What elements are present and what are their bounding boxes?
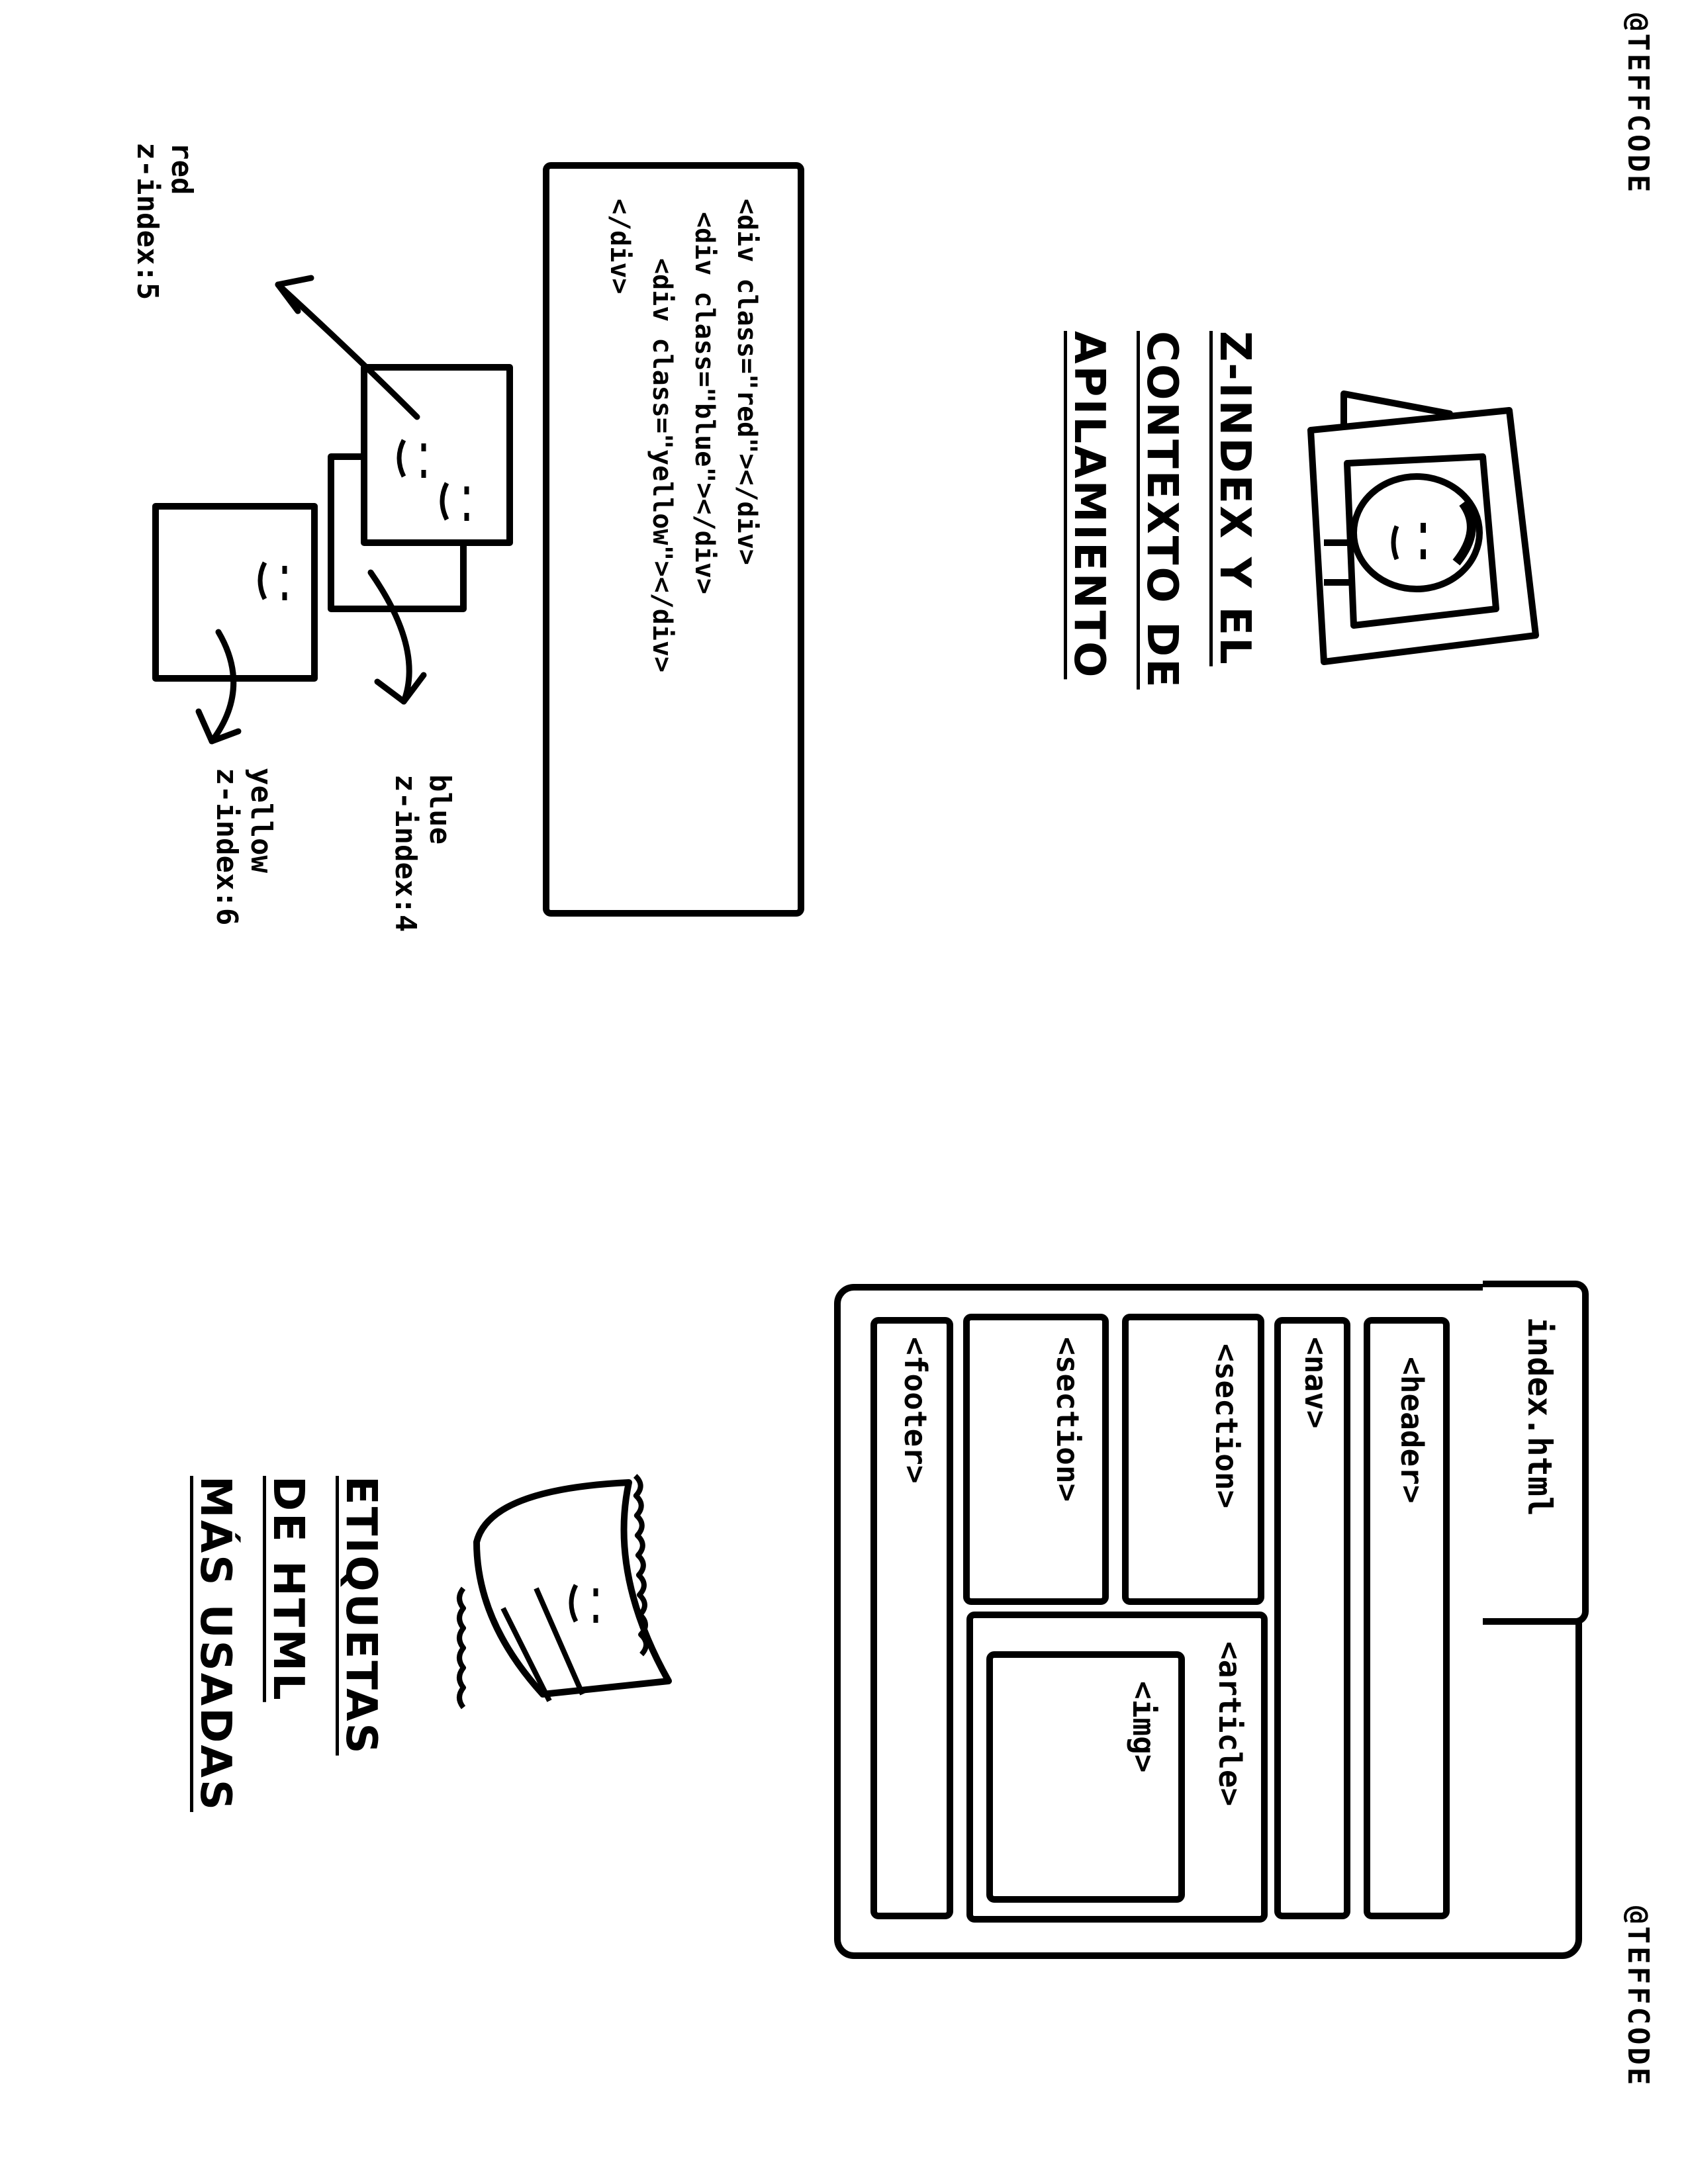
footer-tag: <footer> — [898, 1337, 933, 1484]
nav-tag: <nav> — [1298, 1337, 1334, 1429]
header-tag: <header> — [1394, 1357, 1430, 1504]
credit-top: @TEFFCODE — [1621, 13, 1655, 195]
code-snippet: <div class="red"></div> <div class="blue… — [598, 199, 768, 672]
section-tag-2: <section> — [1050, 1337, 1086, 1502]
img-tag: <img> — [1126, 1681, 1162, 1773]
html-title-line: DE HTML — [263, 1476, 312, 1702]
section-box-2 — [963, 1314, 1109, 1605]
file-name: index.html — [1521, 1317, 1559, 1517]
html-tags-title: ETIQUETAS DE HTML MÁS USADAS — [179, 1476, 397, 1812]
red-label: red z-index:5 — [130, 142, 199, 300]
blue-arrowhead — [374, 672, 427, 705]
html-title-line: MÁS USADAS — [191, 1476, 240, 1812]
red-box — [361, 364, 513, 546]
cupcake-icon — [457, 1474, 672, 1709]
blue-label: blue z-index:4 — [388, 774, 457, 932]
code-line: </div> — [604, 199, 635, 295]
section-tag-1: <section> — [1209, 1343, 1244, 1509]
red-arrowhead — [275, 275, 314, 314]
blue-label-zindex: z-index:4 — [389, 774, 422, 933]
yellow-box — [152, 503, 318, 682]
html-title-line: ETIQUETAS — [336, 1476, 385, 1756]
red-label-zindex: z-index:5 — [130, 142, 164, 300]
yellow-label-name: yellow — [244, 768, 278, 873]
article-tag: <article> — [1212, 1641, 1248, 1807]
stacked-boxes-icon — [152, 364, 513, 682]
blue-label-name: blue — [423, 774, 457, 844]
zindex-title-line: APILAMIENTO — [1064, 331, 1113, 680]
yellow-label: yellow z-index:6 — [209, 768, 278, 925]
code-line: <div class="blue"></div> — [689, 212, 720, 594]
zindex-title-line: Z-INDEX Y EL — [1210, 331, 1259, 666]
zindex-title-line: CONTEXTO DE — [1137, 331, 1186, 690]
zindex-title: Z-INDEX Y EL CONTEXTO DE APILAMIENTO — [1053, 331, 1271, 690]
code-line: <div class="yellow"></div> — [647, 258, 677, 673]
code-line: <div class="red"></div> — [731, 199, 762, 565]
red-arrow — [275, 281, 420, 420]
yellow-label-zindex: z-index:6 — [210, 768, 244, 926]
photo-frame-icon — [1307, 390, 1539, 665]
credit-bottom: @TEFFCODE — [1621, 1906, 1655, 2088]
red-label-name: red — [165, 142, 199, 195]
